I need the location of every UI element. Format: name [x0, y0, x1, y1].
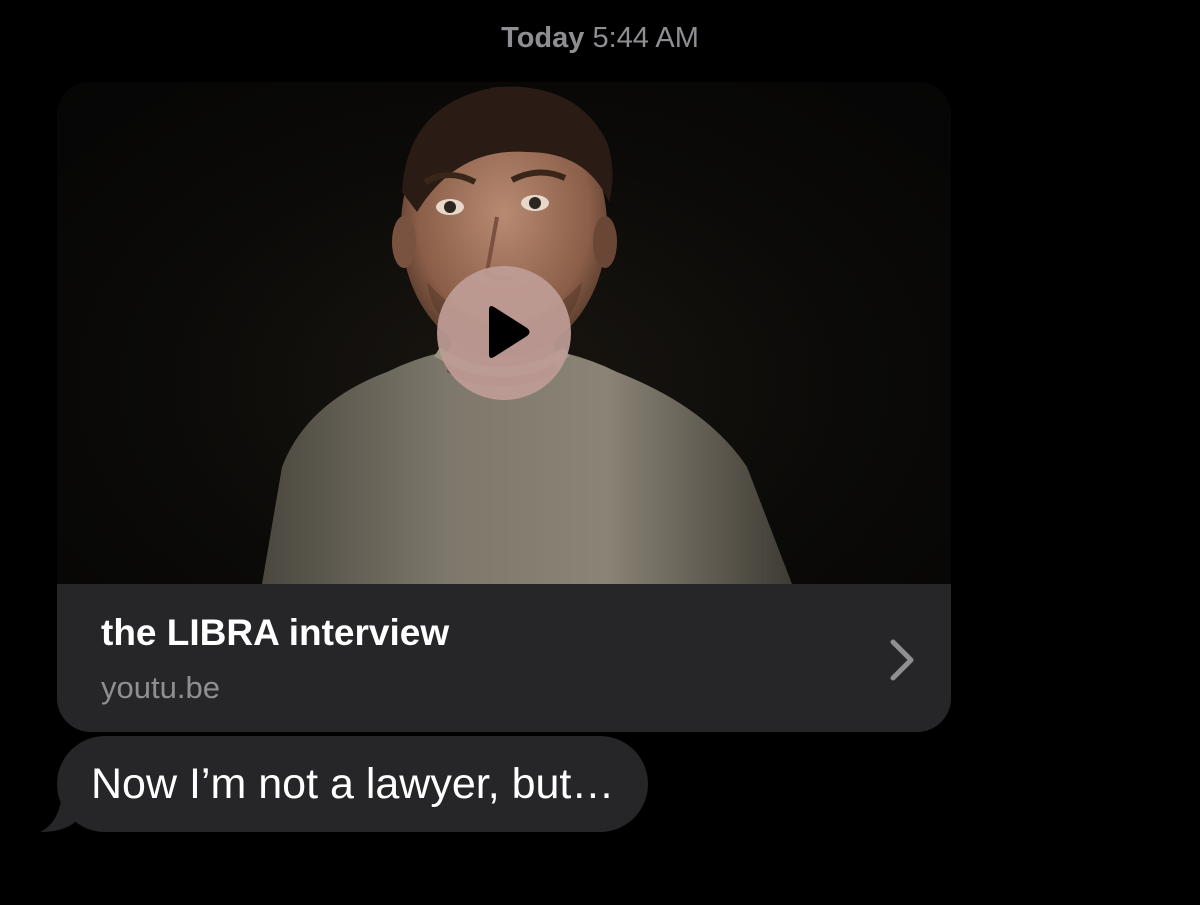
play-icon	[489, 306, 530, 358]
timestamp-day: Today	[501, 22, 585, 54]
message-text: Now I’m not a lawyer, but…	[91, 759, 615, 808]
video-thumbnail[interactable]	[57, 82, 951, 584]
link-title: the LIBRA interview	[101, 612, 450, 653]
message-timestamp: Today 5:44 AM	[0, 22, 1200, 55]
message-bubble[interactable]: Now I’m not a lawyer, but…	[57, 736, 649, 832]
play-button[interactable]	[437, 266, 571, 400]
chevron-right-icon	[890, 639, 914, 681]
link-preview-footer[interactable]: the LIBRA interview youtu.be	[57, 584, 951, 732]
timestamp-time: 5:44 AM	[592, 22, 699, 54]
link-preview-card[interactable]: the LIBRA interview youtu.be	[57, 82, 951, 732]
link-domain: youtu.be	[101, 670, 220, 705]
